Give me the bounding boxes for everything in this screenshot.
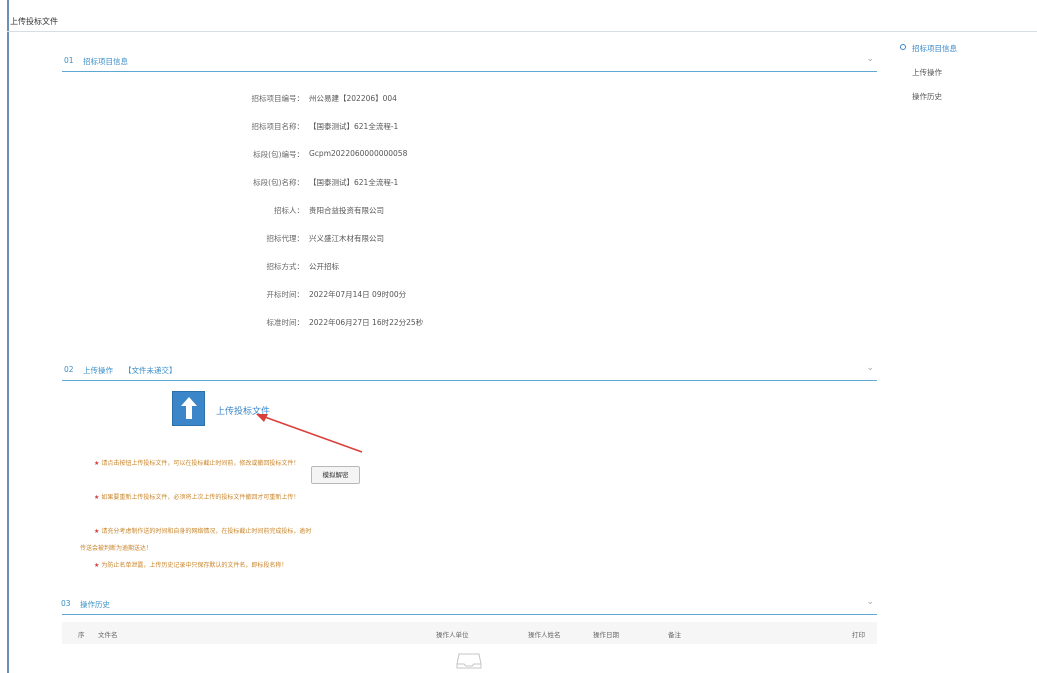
column-header: 操作人姓名 — [528, 631, 561, 639]
field-value: 2022年07月14日 09时00分 — [309, 290, 407, 299]
info-row-open-time: 开标时间： 2022年07月14日 09时00分 — [100, 289, 600, 301]
field-label: 招标项目名称： — [251, 122, 305, 131]
field-value: 兴义盛江木材有限公司 — [309, 234, 384, 243]
side-nav-item-upload[interactable]: 上传操作 — [912, 67, 942, 78]
upload-arrow-glyph — [181, 397, 197, 419]
chevron-down-icon[interactable]: ⌄ — [866, 54, 874, 64]
field-value: 2022年06月27日 16时22分25秒 — [309, 318, 424, 327]
side-nav-item-project-info[interactable]: 招标项目信息 — [912, 43, 957, 54]
field-value: Gcpm2022060000000058 — [309, 149, 408, 158]
column-header: 操作人单位 — [436, 631, 469, 639]
section-number: 01 — [64, 56, 74, 65]
field-label: 招标项目编号： — [251, 94, 305, 103]
notice-text: 如果要重新上传投标文件，必须将上次上传的投标文件撤回才可重新上传！ — [101, 494, 300, 501]
section-number: 02 — [64, 365, 74, 374]
section-number: 03 — [61, 599, 71, 608]
column-header: 备注 — [668, 631, 681, 639]
section-title: 招标项目信息 — [83, 57, 128, 66]
field-value: 州公易建【202206】004 — [309, 94, 397, 103]
chevron-down-icon[interactable]: ⌄ — [866, 363, 874, 373]
info-row-project-code: 招标项目编号： 州公易建【202206】004 — [100, 93, 600, 105]
info-row-standard-time: 标准时间： 2022年06月27日 16时22分25秒 — [100, 317, 600, 329]
field-value: 【国泰测试】621全流程-1 — [309, 178, 399, 187]
notice-item: ★ 请点击按钮上传投标文件，可以在投标截止时间前，修改或撤回投标文件！ — [80, 455, 315, 472]
chevron-down-icon[interactable]: ⌄ — [866, 597, 874, 607]
column-header: 操作日期 — [593, 631, 619, 639]
simulate-decrypt-button[interactable]: 模拟解密 — [311, 466, 360, 484]
info-row-tenderer: 招标人： 贵阳合益投资有限公司 — [100, 205, 600, 217]
section-title: 上传操作 — [83, 366, 113, 375]
field-label: 标段(包)编号： — [253, 150, 304, 159]
field-label: 招标代理： — [266, 234, 305, 243]
info-row-method: 招标方式： 公开招标 — [100, 261, 600, 273]
page-title: 上传投标文件 — [10, 17, 58, 26]
star-icon: ★ — [94, 460, 100, 467]
column-header: 打印 — [852, 631, 865, 639]
star-icon: ★ — [94, 562, 100, 569]
field-value: 贵阳合益投资有限公司 — [309, 206, 384, 215]
info-row-project-name: 招标项目名称： 【国泰测试】621全流程-1 — [100, 121, 600, 133]
upload-arrow-icon[interactable] — [172, 391, 205, 426]
notice-item: ★ 请充分考虑制作送的时间和自身的网络情况，在投标截止时间前完成投标，逾时传送会… — [80, 523, 315, 557]
field-label: 招标人： — [274, 206, 304, 215]
section-header-upload[interactable]: 02 上传操作 【文件未递交】 ⌄ — [62, 361, 877, 381]
notice-text: 为防止名单泄露，上传历史记录中只保存默认的文件名，即标段名称！ — [101, 562, 288, 569]
field-label: 标准时间： — [266, 318, 305, 327]
star-icon: ★ — [94, 528, 100, 535]
notice-text: 请点击按钮上传投标文件，可以在投标截止时间前，修改或撤回投标文件！ — [101, 460, 300, 467]
submission-status: 【文件未递交】 — [124, 366, 177, 375]
column-header: 文件名 — [98, 631, 118, 639]
annotation-arrow — [256, 414, 363, 453]
empty-tray-icon — [456, 653, 482, 669]
column-header: 序 — [78, 631, 85, 639]
title-bar: 上传投标文件 — [7, 0, 1037, 32]
field-value: 【国泰测试】621全流程-1 — [309, 122, 399, 131]
notice-item: ★ 如果要重新上传投标文件，必须将上次上传的投标文件撤回才可重新上传！ — [80, 489, 315, 506]
field-label: 招标方式： — [266, 262, 305, 271]
info-row-lot-code: 标段(包)编号： Gcpm2022060000000058 — [100, 149, 600, 161]
notice-item: ★ 为防止名单泄露，上传历史记录中只保存默认的文件名，即标段名称！ — [80, 557, 315, 574]
section-header-history[interactable]: 03 操作历史 ⌄ — [61, 595, 877, 615]
info-row-agent: 招标代理： 兴义盛江木材有限公司 — [100, 233, 600, 245]
side-nav-item-history[interactable]: 操作历史 — [912, 91, 942, 102]
star-icon: ★ — [94, 494, 100, 501]
section-title: 操作历史 — [80, 600, 110, 609]
field-label: 开标时间： — [266, 290, 305, 299]
section-header-project-info[interactable]: 01 招标项目信息 ⌄ — [62, 52, 877, 72]
field-label: 标段(包)名称： — [253, 178, 304, 187]
field-value: 公开招标 — [309, 262, 339, 271]
history-table-header: 序 文件名 操作人单位 操作人姓名 操作日期 备注 打印 — [62, 622, 877, 644]
notice-text: 请充分考虑制作送的时间和自身的网络情况，在投标截止时间前完成投标，逾时传送会被判… — [80, 528, 312, 552]
info-row-lot-name: 标段(包)名称： 【国泰测试】621全流程-1 — [100, 177, 600, 189]
active-indicator-icon — [900, 44, 906, 50]
